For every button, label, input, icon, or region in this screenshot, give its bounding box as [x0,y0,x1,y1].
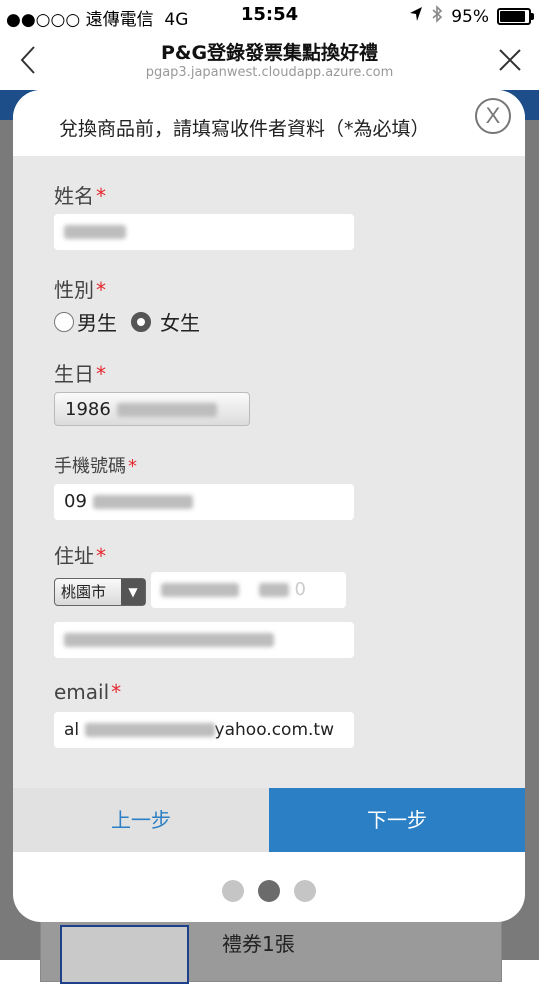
redacted-value [92,495,193,509]
required-mark: * [111,680,122,704]
gender-male-label[interactable]: 男生 [77,307,117,336]
page-url: pgap3.japanwest.cloudapp.azure.com [145,65,394,80]
birthday-label: 生日 * [54,358,106,387]
city-select[interactable]: 桃園市 ▼ [54,578,146,606]
email-input[interactable]: al yahoo.com.tw [54,712,354,748]
modal-close-button[interactable]: X [475,98,511,134]
required-mark: * [128,456,137,477]
gender-radio-group: 男生 女生 [54,307,200,336]
name-input[interactable] [54,214,354,250]
required-mark: * [96,278,106,302]
name-label: 姓名 * [54,180,106,209]
email-prefix: al [64,720,80,740]
birthday-select[interactable]: 1986 [54,392,250,426]
gender-female-label[interactable]: 女生 [160,307,200,336]
battery-percent: 95% [451,6,489,27]
required-mark: * [96,362,106,386]
mobile-input[interactable]: 09 [54,484,354,520]
recipient-form: 姓名 * 性別 * 男生 女生 生日 * 1986 手機號碼 * 09 住址 *… [13,156,525,788]
street-address-input[interactable] [54,622,354,658]
step-dot-2[interactable] [258,880,280,902]
coupon-label: 禮券1張 [222,932,295,956]
mobile-label: 手機號碼 * [54,452,137,478]
gender-male-radio[interactable] [54,311,74,332]
gender-female-radio[interactable] [131,311,151,332]
required-mark: * [96,184,106,208]
district-value: 0 [294,579,306,600]
city-value: 桃園市 [61,583,107,601]
redacted-value [116,403,217,417]
browser-header: P&G登錄發票集點換好禮 pgap3.japanwest.cloudapp.az… [0,30,539,90]
page-title: P&G登錄發票集點換好禮 [160,42,379,64]
bluetooth-icon [431,5,443,28]
status-bar: ●●○○○ 遠傳電信 4G 15:54 95% [0,0,539,30]
name-label-text: 姓名 [54,184,94,208]
address-label: 住址 * [54,540,106,569]
required-mark: * [96,544,106,568]
form-navigation: 上一步 下一步 [13,788,525,852]
close-browser-button[interactable] [495,45,525,75]
step-indicator [13,880,525,902]
close-icon [499,49,521,71]
modal-header: 兌換商品前，請填寫收件者資料（*為必填） X [13,90,525,156]
step-dot-3[interactable] [294,880,316,902]
gender-label-text: 性別 [54,278,94,302]
mobile-label-text: 手機號碼 [54,456,126,477]
address-label-text: 住址 [54,544,94,568]
birthday-value: 1986 [65,399,111,420]
email-suffix: yahoo.com.tw [214,720,334,740]
redacted-value [64,225,126,239]
step-dot-1[interactable] [222,880,244,902]
next-step-button[interactable]: 下一步 [269,788,525,852]
location-icon [409,6,423,27]
battery-fill [500,11,525,22]
previous-step-button[interactable]: 上一步 [13,788,269,852]
redacted-value [258,583,289,597]
gender-label: 性別 * [54,274,106,303]
modal-prompt: 兌換商品前，請填寫收件者資料（*為必填） [59,118,430,140]
email-label: email * [54,680,121,704]
email-label-text: email [54,680,110,704]
coupon-image [60,925,189,984]
redacted-value [64,633,274,647]
caret-down-icon: ▼ [121,579,145,605]
district-input[interactable]: 0 [151,572,346,608]
battery-icon [497,8,534,25]
birthday-label-text: 生日 [54,362,94,386]
mobile-value: 09 [64,491,87,512]
status-right: 95% [409,5,534,28]
recipient-form-modal: 兌換商品前，請填寫收件者資料（*為必填） X 姓名 * 性別 * 男生 女生 生日 *… [13,90,525,922]
redacted-value [84,723,215,737]
redacted-value [161,583,239,597]
